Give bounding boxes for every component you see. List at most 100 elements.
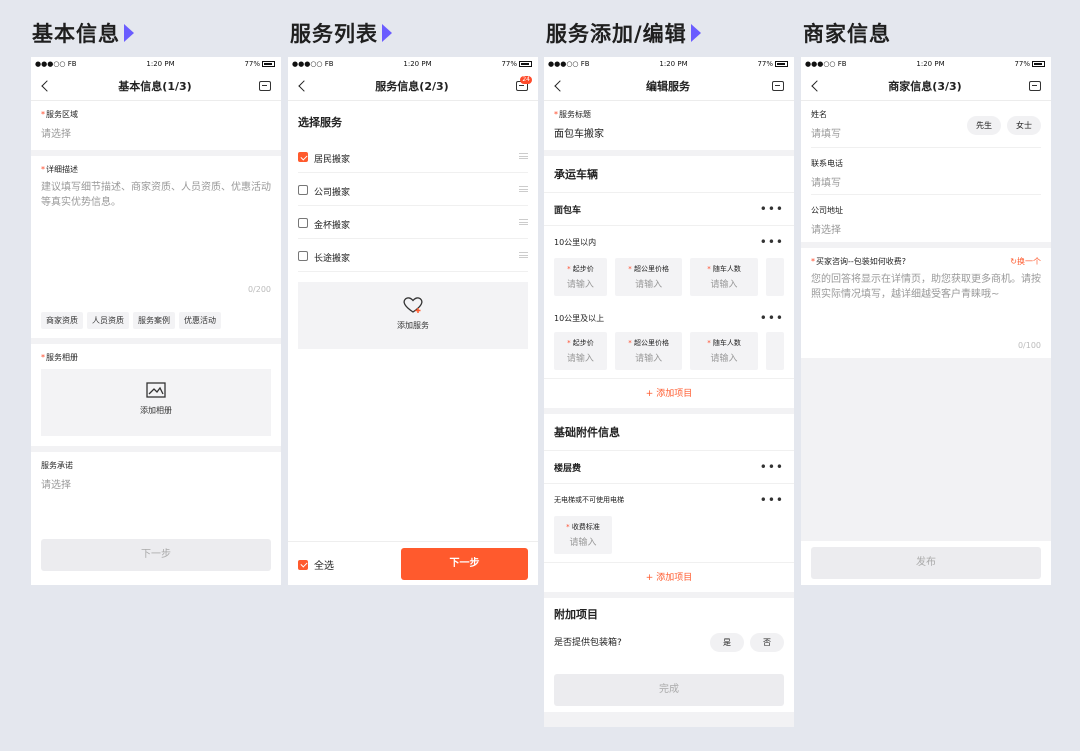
next-button[interactable]: 下一步 bbox=[41, 539, 271, 571]
status-bar: ●●●○○ FB 1:20 PM 77% bbox=[31, 57, 281, 71]
drag-handle-icon[interactable] bbox=[519, 219, 528, 225]
swap-question-button[interactable]: ↻换一个 bbox=[1010, 256, 1041, 267]
service-area-field[interactable]: *服务区域 请选择 bbox=[31, 101, 281, 150]
addon-section: 附加项目 是否提供包装箱? 是否 bbox=[544, 598, 794, 668]
no-elevator-row: 无电梯或不可使用电梯 ••• bbox=[554, 493, 784, 507]
status-bar: ●●●○○ FB 1:20 PM 77% bbox=[801, 57, 1051, 71]
gender-male-option[interactable]: 先生 bbox=[967, 116, 1001, 135]
description-field[interactable]: *详细描述 建议填写细节描述、商家资质、人员资质、优惠活动等真实优势信息。 0/… bbox=[31, 156, 281, 338]
service-row[interactable]: 长途搬家 bbox=[298, 239, 528, 272]
message-icon[interactable]: 24 bbox=[515, 75, 532, 91]
publish-button[interactable]: 发布 bbox=[811, 547, 1041, 579]
notification-badge: 24 bbox=[520, 75, 532, 84]
char-counter: 0/200 bbox=[247, 285, 271, 294]
checkbox[interactable] bbox=[298, 251, 308, 261]
select-all-toggle[interactable]: 全选 bbox=[298, 554, 334, 573]
refresh-icon: ↻ bbox=[1010, 257, 1017, 266]
heading-service-edit: 服务添加/编辑 bbox=[546, 18, 701, 48]
back-icon[interactable] bbox=[298, 79, 310, 92]
add-service-button[interactable]: 添加服务 bbox=[298, 282, 528, 349]
nav-bar: 服务信息(2/3) 24 bbox=[288, 71, 538, 101]
gender-female-option[interactable]: 女士 bbox=[1007, 116, 1041, 135]
footer-bar: 全选 下一步 bbox=[288, 541, 538, 585]
message-icon[interactable] bbox=[772, 80, 784, 91]
image-icon bbox=[146, 382, 166, 398]
start-price-input[interactable]: * 起步价 请输入 bbox=[554, 258, 607, 296]
floor-fee-row[interactable]: 楼层费 ••• bbox=[544, 451, 794, 484]
heading-service-list: 服务列表 bbox=[290, 18, 392, 48]
service-row[interactable]: 居民搬家 bbox=[298, 140, 528, 173]
page-title: 服务信息(2/3) bbox=[375, 79, 449, 93]
phone-screen-basic-info: ●●●○○ FB 1:20 PM 77% 基本信息(1/3) *服务区域 请选择… bbox=[31, 57, 281, 585]
service-row[interactable]: 金杯搬家 bbox=[298, 206, 528, 239]
done-button[interactable]: 完成 bbox=[554, 674, 784, 706]
faq-field[interactable]: *买家咨询--包装如何收费? ↻换一个 您的回答将显示在详情页，助您获取更多商机… bbox=[801, 248, 1051, 358]
next-button[interactable]: 下一步 bbox=[401, 547, 528, 580]
checkbox-checked[interactable] bbox=[298, 152, 308, 162]
service-list: 居民搬家 公司搬家 金杯搬家 长途搬家 bbox=[288, 140, 538, 272]
phone-screen-service-edit: ●●●○○ FB 1:20 PM 77% 编辑服务 *服务标题 面包车搬家 承运… bbox=[544, 57, 794, 727]
message-icon[interactable] bbox=[1028, 80, 1041, 91]
phone-field[interactable]: 联系电话 请填写 bbox=[811, 148, 1041, 195]
add-album-button[interactable]: 添加相册 bbox=[41, 369, 271, 436]
name-field[interactable]: 姓名 请填写 先生 女士 bbox=[811, 101, 1041, 148]
nav-bar: 编辑服务 bbox=[544, 71, 794, 101]
vehicle-row[interactable]: 面包车 ••• bbox=[544, 193, 794, 226]
more-icon[interactable]: ••• bbox=[760, 312, 784, 324]
drag-handle-icon[interactable] bbox=[519, 252, 528, 258]
description-placeholder: 建议填写细节描述、商家资质、人员资质、优惠活动等真实优势信息。 bbox=[41, 182, 271, 208]
no-option[interactable]: 否 bbox=[750, 633, 784, 652]
phone-screen-merchant-info: ●●●○○ FB 1:20 PM 77% 商家信息(3/3) 姓名 请填写 先生女… bbox=[801, 57, 1051, 585]
page-title: 基本信息(1/3) bbox=[118, 79, 192, 93]
yes-option[interactable]: 是 bbox=[710, 633, 744, 652]
service-title-field[interactable]: *服务标题 面包车搬家 bbox=[544, 101, 794, 150]
extra-km-price-input[interactable]: * 超公里价格 请输入 bbox=[614, 332, 683, 370]
more-icon[interactable]: ••• bbox=[760, 461, 784, 473]
page-title: 编辑服务 bbox=[646, 79, 690, 93]
address-field[interactable]: 公司地址 请选择 bbox=[811, 195, 1041, 242]
add-item-link[interactable]: + 添加项目 bbox=[544, 378, 794, 408]
start-price-input[interactable]: * 起步价 请输入 bbox=[554, 332, 607, 370]
drag-handle-icon[interactable] bbox=[519, 186, 528, 192]
crew-count-input[interactable]: * 随车人数 请输入 bbox=[690, 258, 758, 296]
service-promise-field[interactable]: 服务承诺 请选择 bbox=[31, 452, 281, 500]
checkbox[interactable] bbox=[298, 185, 308, 195]
checkbox-checked[interactable] bbox=[298, 559, 308, 570]
message-icon[interactable] bbox=[258, 80, 271, 91]
range-row: 10公里及以上 ••• bbox=[554, 311, 784, 325]
char-counter: 0/100 bbox=[1017, 341, 1041, 350]
battery-icon bbox=[262, 61, 275, 67]
page-title: 商家信息(3/3) bbox=[888, 79, 962, 93]
add-item-link[interactable]: + 添加项目 bbox=[544, 562, 794, 592]
album-section: *服务相册 添加相册 bbox=[31, 344, 281, 446]
more-icon[interactable]: ••• bbox=[760, 494, 784, 506]
extra-km-price-input[interactable]: * 超公里价格 请输入 bbox=[614, 258, 683, 296]
range-row: 10公里以内 ••• bbox=[554, 235, 784, 249]
tag-chip[interactable]: 优惠活动 bbox=[179, 312, 221, 329]
back-icon[interactable] bbox=[554, 79, 566, 92]
crew-count-input[interactable]: * 随车人数 请输入 bbox=[690, 332, 758, 370]
phone-screen-service-list: ●●●○○ FB 1:20 PM 77% 服务信息(2/3) 24 选择服务 居… bbox=[288, 57, 538, 585]
footer-bar: 发布 bbox=[801, 541, 1051, 585]
fee-standard-input[interactable]: * 收费标准 请输入 bbox=[554, 516, 612, 554]
footer-bar: 完成 bbox=[544, 668, 794, 712]
arrow-right-icon bbox=[690, 24, 701, 42]
back-icon[interactable] bbox=[811, 79, 823, 92]
extras-section: 基础附件信息 楼层费 ••• 无电梯或不可使用电梯 ••• * 收费标准 请输入 + … bbox=[544, 414, 794, 592]
fee-inputs: * 收费标准 请输入 bbox=[544, 516, 794, 562]
battery-icon bbox=[775, 61, 788, 67]
back-icon[interactable] bbox=[41, 79, 53, 92]
more-icon[interactable]: ••• bbox=[760, 236, 784, 248]
arrow-right-icon bbox=[124, 24, 134, 42]
tag-chip[interactable]: 服务案例 bbox=[133, 312, 175, 329]
section-title: 选择服务 bbox=[298, 116, 342, 129]
tag-chip[interactable]: 商家资质 bbox=[41, 312, 83, 329]
drag-handle-icon[interactable] bbox=[519, 153, 528, 159]
nav-bar: 商家信息(3/3) bbox=[801, 71, 1051, 101]
checkbox[interactable] bbox=[298, 218, 308, 228]
battery-icon bbox=[1032, 61, 1045, 67]
tag-chip[interactable]: 人员资质 bbox=[87, 312, 129, 329]
merchant-form: 姓名 请填写 先生 女士 联系电话 请填写 公司地址 请选择 bbox=[801, 101, 1051, 242]
service-row[interactable]: 公司搬家 bbox=[298, 173, 528, 206]
more-icon[interactable]: ••• bbox=[760, 203, 784, 215]
